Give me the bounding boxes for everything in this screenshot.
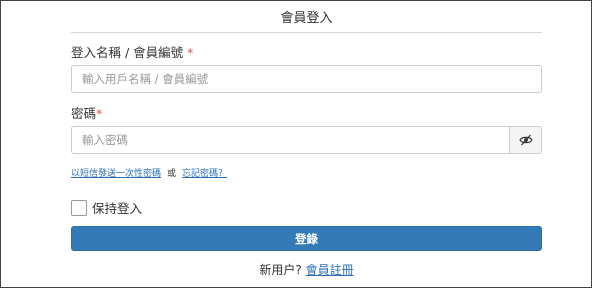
- username-label: 登入名稱 / 會員編號: [71, 45, 184, 60]
- password-required-mark: *: [96, 106, 103, 121]
- username-input[interactable]: [71, 65, 542, 93]
- new-user-text: 新用户?: [259, 263, 302, 277]
- remember-me-checkbox[interactable]: [71, 200, 87, 216]
- password-visibility-toggle[interactable]: [509, 126, 542, 154]
- username-required-mark: *: [187, 45, 194, 60]
- password-input[interactable]: [71, 126, 510, 154]
- login-button[interactable]: 登錄: [71, 226, 542, 251]
- title-divider: [71, 32, 542, 33]
- otp-sms-link[interactable]: 以短信發送一次性密碼: [71, 169, 161, 179]
- login-panel: 會員登入 登入名稱 / 會員編號 * 密碼* 以短信發送一次性密碼或忘記密碼？ …: [0, 0, 592, 288]
- register-link[interactable]: 會員註冊: [306, 263, 354, 277]
- forgot-password-link[interactable]: 忘記密碼？: [182, 169, 227, 179]
- password-label-row: 密碼*: [71, 106, 102, 122]
- remember-me-label[interactable]: 保持登入: [92, 201, 142, 216]
- password-help-links: 以短信發送一次性密碼或忘記密碼？: [71, 168, 227, 180]
- or-separator: 或: [167, 169, 177, 179]
- register-prompt: 新用户? 會員註冊: [71, 263, 542, 278]
- form-title: 會員登入: [280, 11, 333, 26]
- username-label-row: 登入名稱 / 會員編號 *: [71, 45, 193, 61]
- password-label: 密碼: [71, 106, 97, 121]
- eye-slash-icon: [518, 131, 533, 150]
